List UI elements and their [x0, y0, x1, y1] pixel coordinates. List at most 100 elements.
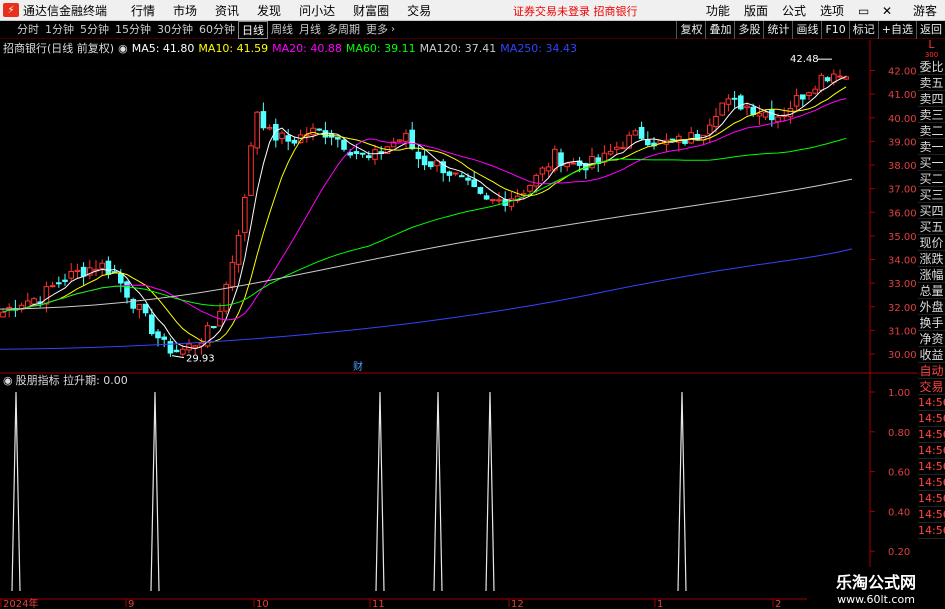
right-menu-item-2[interactable]: 公式 — [775, 2, 813, 19]
period-tab-0[interactable]: 分时 — [14, 21, 42, 39]
indicator-toggle-icon[interactable]: ◉ — [3, 374, 13, 387]
candle-down — [353, 151, 360, 154]
sidebar-item-24[interactable]: 14:56 — [918, 443, 945, 459]
candle-up — [229, 261, 236, 287]
sidebar-item-7[interactable]: 买二 — [918, 171, 945, 187]
tool-button-6[interactable]: 标记 — [848, 21, 878, 39]
period-tab-5[interactable]: 60分钟 — [196, 21, 238, 39]
candle-down — [335, 137, 341, 140]
menu-item-0[interactable]: 行情 — [122, 2, 164, 19]
candle-down — [155, 331, 161, 339]
indicator-spike — [433, 391, 443, 592]
sidebar-item-2[interactable]: 卖四 — [918, 91, 945, 107]
menu-item-5[interactable]: 财富圈 — [344, 2, 398, 19]
sidebar-item-22[interactable]: 14:56 — [918, 411, 945, 427]
period-tab-9[interactable]: 多周期 — [324, 21, 363, 39]
sidebar-item-29[interactable]: 14:56 — [918, 523, 945, 539]
indicator-title[interactable]: 股朋指标 拉升期: 0.00 — [16, 372, 128, 388]
menu-item-2[interactable]: 资讯 — [206, 2, 248, 19]
candle-down — [285, 135, 291, 142]
sidebar-item-16[interactable]: 换手 — [918, 315, 945, 331]
sidebar-item-1[interactable]: 卖五 — [918, 75, 945, 91]
candle-down — [421, 155, 428, 166]
menu-item-1[interactable]: 市场 — [164, 2, 206, 19]
close-icon[interactable]: ✕ — [875, 4, 899, 18]
sidebar-item-12[interactable]: 涨跌 — [918, 251, 945, 267]
candle-up — [552, 148, 558, 171]
candle-down — [366, 155, 372, 158]
candle-down — [477, 187, 484, 194]
sidebar-item-27[interactable]: 14:56 — [918, 491, 945, 507]
candle-up — [756, 113, 763, 117]
sidebar-item-6[interactable]: 买一 — [918, 155, 945, 171]
sidebar-item-9[interactable]: 买四 — [918, 203, 945, 219]
tool-button-4[interactable]: 画线 — [792, 21, 821, 39]
sidebar-item-11[interactable]: 现价 — [918, 235, 945, 251]
period-tab-8[interactable]: 月线 — [296, 21, 324, 39]
period-tab-7[interactable]: 周线 — [268, 21, 296, 39]
sidebar-item-25[interactable]: 14:56 — [918, 459, 945, 475]
right-menu-item-3[interactable]: 选项 — [813, 2, 851, 19]
candle-up — [74, 269, 81, 273]
right-menu-item-0[interactable]: 功能 — [699, 2, 737, 19]
tool-button-2[interactable]: 多股 — [734, 21, 763, 39]
sidebar-item-10[interactable]: 买五 — [918, 219, 945, 235]
tool-button-8[interactable]: 返回 — [916, 21, 945, 39]
indicator-tick-label: 0.80 — [888, 428, 910, 439]
tool-button-1[interactable]: 叠加 — [705, 21, 734, 39]
kline-chart[interactable]: 42.00 41.00 40.00 39.00 38.00 37.00 36.00 35.00… — [0, 39, 918, 609]
sidebar-item-23[interactable]: 14:56 — [918, 427, 945, 443]
sidebar-item-28[interactable]: 14:56 — [918, 507, 945, 523]
login-notice[interactable]: 证券交易未登录 招商银行 — [513, 3, 638, 19]
main-menu: 行情 市场 资讯 发现 问小达 财富圈 交易 — [122, 2, 440, 19]
sidebar-item-17[interactable]: 净资 — [918, 331, 945, 347]
candle-down — [56, 282, 62, 285]
candle-down — [161, 336, 167, 340]
price-tick-label: 38.00 — [888, 161, 917, 172]
sidebar-item-4[interactable]: 卖二 — [918, 123, 945, 139]
candle-down — [260, 111, 267, 129]
candle-up — [490, 199, 496, 202]
sidebar-item-13[interactable]: 涨幅 — [918, 267, 945, 283]
tool-button-3[interactable]: 统计 — [763, 21, 792, 39]
low-price-label: 29.93 — [186, 354, 215, 365]
sidebar-item-0[interactable]: 委比 — [918, 59, 945, 75]
period-tab-4[interactable]: 30分钟 — [154, 21, 196, 39]
candle-up — [496, 199, 502, 202]
menu-item-3[interactable]: 发现 — [248, 2, 290, 19]
sidebar-item-3[interactable]: 卖三 — [918, 107, 945, 123]
sidebar-item-21[interactable]: 14:56 — [918, 395, 945, 411]
candle-down — [118, 272, 124, 284]
menu-item-4[interactable]: 问小达 — [290, 2, 344, 19]
menu-item-6[interactable]: 交易 — [398, 2, 440, 19]
sidebar-item-18[interactable]: 收益 — [918, 347, 945, 363]
tool-button-7[interactable]: +自选 — [877, 21, 916, 39]
more-chevron-icon[interactable]: › — [391, 24, 395, 35]
sidebar-item-14[interactable]: 总量 — [918, 283, 945, 299]
period-tab-1[interactable]: 1分钟 — [42, 21, 77, 39]
sidebar-item-5[interactable]: 卖一 — [918, 139, 945, 155]
tool-button-0[interactable]: 复权 — [676, 21, 705, 39]
sidebar-item-15[interactable]: 外盘 — [918, 299, 945, 315]
event-marker: 财 — [353, 360, 363, 373]
period-tab-3[interactable]: 15分钟 — [112, 21, 154, 39]
period-tab-6[interactable]: 日线 — [238, 20, 268, 39]
right-menu-item-1[interactable]: 版面 — [737, 2, 775, 19]
sidebar-item-8[interactable]: 买三 — [918, 187, 945, 203]
time-tick-label: 12 — [511, 599, 524, 609]
candle-up — [818, 74, 825, 91]
tool-button-5[interactable]: F10 — [821, 21, 848, 39]
candle-up — [614, 146, 620, 150]
sidebar-item-26[interactable]: 14:56 — [918, 475, 945, 491]
sidebar-item-20[interactable]: 交易 — [918, 379, 945, 395]
period-tab-2[interactable]: 5分钟 — [77, 21, 112, 39]
candle-down — [415, 151, 422, 160]
period-tab-10[interactable]: 更多 — [363, 21, 391, 39]
time-tick-label: 2024年 — [3, 597, 38, 609]
candle-down — [645, 139, 651, 146]
sidebar-item-19[interactable]: 自动 — [918, 363, 945, 379]
guest-label[interactable]: 游客 — [899, 2, 945, 19]
candle-down — [769, 109, 775, 121]
candle-up — [0, 311, 6, 318]
minimize-icon[interactable]: ▭ — [851, 4, 875, 18]
